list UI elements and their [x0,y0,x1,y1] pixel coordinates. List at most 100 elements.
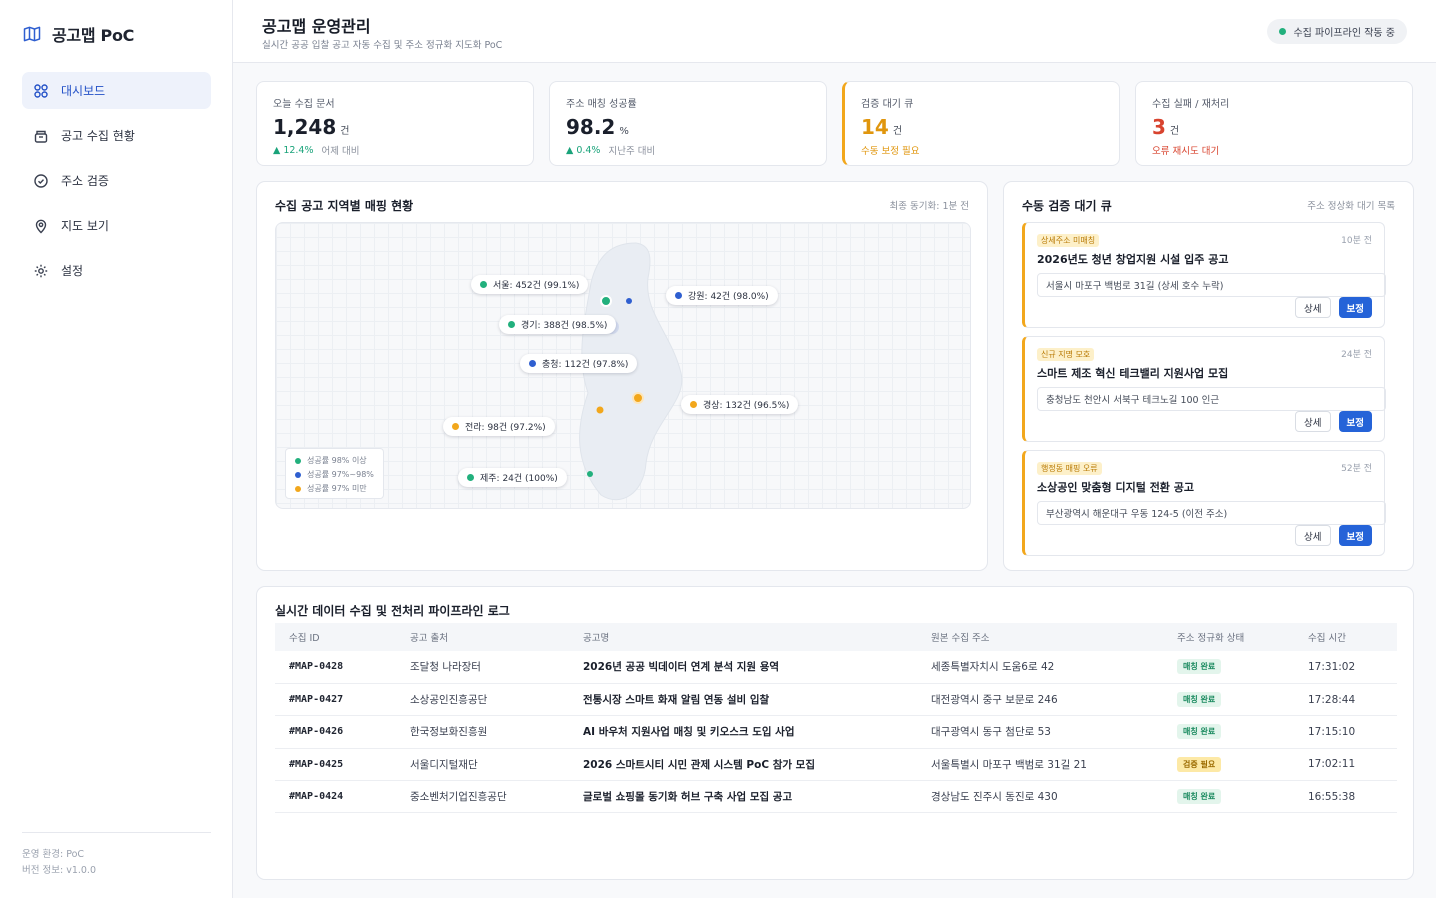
kpi-value: 3 [1152,115,1166,139]
sidebar-item-settings[interactable]: 설정 [22,252,211,289]
region-label-gyeonggi[interactable]: 경기: 388건 (98.5%) [499,315,617,334]
sidebar-item-address-check[interactable]: 주소 검증 [22,162,211,199]
kpi-label: 오늘 수집 문서 [273,99,335,110]
notice-name: 2026 스마트시티 시민 관제 시스템 PoC 참가 모집 [569,748,917,782]
status-dot-icon [529,360,536,367]
queue-title: 소상공인 맞춤형 디지털 전환 공고 [1037,481,1194,494]
region-label-seoul[interactable]: 서울: 452건 (99.1%) [471,275,589,294]
region-label-gangwon[interactable]: 강원: 42건 (98.0%) [666,286,778,305]
sidebar-item-dashboard[interactable]: 대시보드 [22,72,211,109]
marker-seoul [600,295,612,307]
collected-time: 16:55:38 [1294,780,1397,814]
status-dot-icon [452,423,459,430]
sidebar-item-collection[interactable]: 공고 수집 현황 [22,117,211,154]
notice-name: 전통시장 스마트 화재 알림 연동 설비 입찰 [569,683,917,717]
column-header[interactable]: 공고명 [569,623,917,651]
fix-button[interactable]: 보정 [1338,297,1372,318]
queue-item[interactable]: 행정동 매핑 오류 52분 전 소상공인 맞춤형 디지털 전환 공고 부산광역시… [1022,450,1386,556]
region-label-text: 강원: 42건 (98.0%) [688,292,769,302]
region-label-jeolla[interactable]: 전라: 98건 (97.2%) [443,417,555,436]
region-label-jeju[interactable]: 제주: 24건 (100%) [458,468,567,487]
collected-time: 17:15:10 [1294,715,1397,749]
table-row[interactable]: #MAP-0426 한국정보화진흥원 AI 바우처 지원사업 매칭 및 키오스크… [275,715,1397,749]
kpi-note: 지난주 대비 [608,146,656,157]
kpi-card-match-rate: 주소 매칭 성공률 98.2% ▲ 0.4% 지난주 대비 [549,81,827,166]
status-dot-icon [480,281,487,288]
kpi-note: 오류 재시도 대기 [1152,146,1220,157]
marker-gyeongsang [632,392,644,404]
pipeline-log-table: 수집 ID 공고 출처 공고명 원본 수집 주소 주소 정규화 상태 수집 시간… [275,623,1397,814]
table-row[interactable]: #MAP-0424 중소벤처기업진흥공단 글로벌 쇼핑몰 동기화 허브 구축 사… [275,780,1397,814]
collected-time: 17:02:11 [1294,748,1397,782]
queue-item[interactable]: 상세주소 미매칭 10분 전 2026년도 청년 창업지원 시설 입주 공고 서… [1022,222,1386,328]
notice-name: AI 바우처 지원사업 매칭 및 키오스크 도입 사업 [569,715,917,749]
address-field[interactable]: 서울시 마포구 백범로 31길 (상세 호수 누락) [1037,273,1386,297]
column-header[interactable]: 원본 수집 주소 [917,623,1163,651]
detail-button[interactable]: 상세 [1295,297,1331,318]
kpi-unit: 건 [340,126,350,137]
notice-name: 글로벌 쇼핑몰 동기화 허브 구축 사업 모집 공고 [569,780,917,814]
notice-name: 2026년 공공 빅데이터 연계 분석 지원 용역 [569,651,917,684]
column-header[interactable]: 주소 정규화 상태 [1163,623,1294,651]
queue-item[interactable]: 신규 지명 모호 24분 전 스마트 제조 혁신 테크밸리 지원사업 모집 충청… [1022,336,1386,442]
notice-source: 소상공인진흥공단 [396,683,569,717]
kpi-value: 14 [861,115,889,139]
status-badge: 검증 필요 [1177,756,1222,772]
sidebar-item-label: 공고 수집 현황 [61,129,135,143]
sidebar-item-label: 주소 검증 [61,174,109,188]
fix-button[interactable]: 보정 [1338,411,1372,432]
gear-icon [34,264,48,277]
address-field[interactable]: 부산광역시 해운대구 우동 124-5 (이전 주소) [1037,501,1386,525]
status-badge: 매칭 완료 [1177,789,1222,805]
region-label-text: 경상: 132건 (96.5%) [703,401,790,411]
panel-title: 수동 검증 대기 큐 [1022,199,1112,213]
env-label: 운영 환경: PoC [22,849,85,860]
queue-title: 2026년도 청년 창업지원 시설 입주 공고 [1037,253,1229,266]
detail-button[interactable]: 상세 [1295,525,1331,546]
column-header[interactable]: 수집 시간 [1294,623,1397,651]
sidebar-item-map[interactable]: 지도 보기 [22,207,211,244]
queue-time: 24분 전 [1341,350,1372,360]
sidebar-item-label: 지도 보기 [61,219,109,233]
kpi-label: 주소 매칭 성공률 [566,99,637,110]
region-label-chungcheong[interactable]: 충청: 112건 (97.8%) [520,354,638,373]
region-label-gyeongsang[interactable]: 경상: 132건 (96.5%) [681,395,799,414]
collected-time: 17:28:44 [1294,683,1397,717]
region-label-text: 경기: 388건 (98.5%) [521,321,608,331]
kpi-delta: ▲ 12.4% [273,144,314,156]
marker-jeolla [596,406,604,414]
region-map-panel: 수집 공고 지역별 매핑 현황 최종 동기화: 1분 전 서울: 452건 (9… [256,181,988,571]
marker-gangwon [626,298,632,304]
issue-badge: 신규 지명 모호 [1037,348,1095,361]
queue-title: 스마트 제조 혁신 테크밸리 지원사업 모집 [1037,367,1229,380]
queue-time: 52분 전 [1341,464,1372,474]
issue-badge: 상세주소 미매칭 [1037,234,1100,247]
sidebar-footer: 운영 환경: PoC 버전 정보: v1.0.0 [22,832,211,879]
kpi-unit: 건 [1169,126,1180,137]
status-dot-icon [508,321,515,328]
address-field[interactable]: 충청남도 천안시 서북구 테크노길 100 인근 [1037,387,1386,411]
sidebar-nav: 대시보드 공고 수집 현황 주소 검증 지도 보기 설정 [22,72,211,297]
status-dot-icon [467,474,474,481]
brand[interactable]: 공고맵 PoC [22,22,134,46]
kpi-card-today-docs: 오늘 수집 문서 1,248 건 ▲ 12.4% 어제 대비 [256,81,534,166]
fix-button[interactable]: 보정 [1338,525,1372,546]
map-canvas[interactable]: 서울: 452건 (99.1%) 강원: 42건 (98.0%) 경기: 388… [275,222,971,509]
notice-source: 한국정보화진흥원 [396,715,569,749]
map-legend: 성공률 98% 이상 성공률 97%~98% 성공률 97% 미만 [285,448,384,499]
table-row[interactable]: #MAP-0428 조달청 나라장터 2026년 공공 빅데이터 연계 분석 지… [275,651,1397,684]
column-header[interactable]: 수집 ID [275,623,396,651]
detail-button[interactable]: 상세 [1295,411,1331,432]
legend-dot-icon [295,472,301,478]
collection-id: #MAP-0425 [275,748,396,782]
legend-dot-icon [295,486,301,492]
column-header[interactable]: 공고 출처 [396,623,569,651]
kpi-card-failures: 수집 실패 / 재처리 3건 오류 재시도 대기 [1135,81,1413,166]
table-row[interactable]: #MAP-0425 서울디지털재단 2026 스마트시티 시민 관제 시스템 P… [275,748,1397,782]
sidebar-item-label: 설정 [61,264,84,278]
kpi-label: 검증 대기 큐 [861,99,914,110]
kpi-label: 수집 실패 / 재처리 [1152,99,1230,110]
status-badge: 매칭 완료 [1177,659,1222,675]
table-row[interactable]: #MAP-0427 소상공인진흥공단 전통시장 스마트 화재 알림 연동 설비 … [275,683,1397,717]
check-circle-icon [34,173,48,188]
